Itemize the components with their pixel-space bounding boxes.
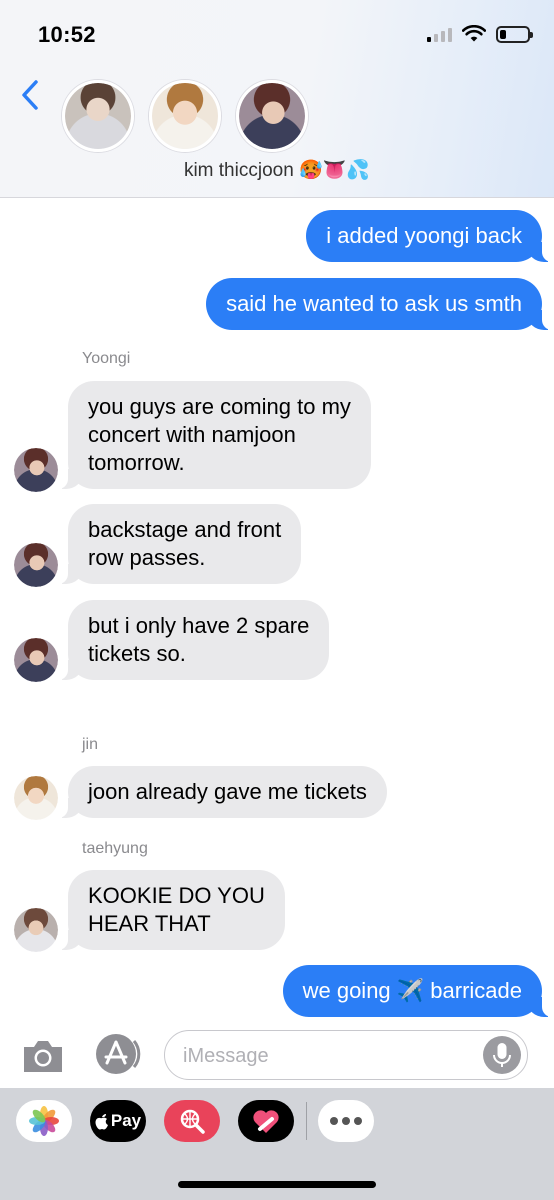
drawer-divider [306, 1102, 307, 1140]
battery-icon [496, 25, 533, 43]
heart-touch-icon [253, 1110, 279, 1133]
member-2-avatar[interactable] [149, 80, 221, 152]
message-text: row passes. [88, 545, 206, 570]
sender-avatar[interactable] [14, 543, 58, 587]
message-text: tickets so. [88, 641, 186, 666]
chat-header: 10:52 kim thiccjoon 🥵👅💦 [0, 0, 554, 198]
sender-avatar[interactable] [14, 638, 58, 682]
message-text: concert with namjoon [88, 422, 296, 447]
globe-search-icon [180, 1109, 205, 1134]
outgoing-message[interactable]: said he wanted to ask us smth [206, 278, 552, 330]
apple-icon [95, 1113, 108, 1129]
outgoing-message[interactable]: we going ✈️ barricade [282, 965, 553, 1017]
message-text: said he wanted to ask us smth [226, 291, 522, 316]
group-name[interactable]: kim thiccjoon 🥵👅💦 [0, 158, 554, 182]
compose-bar [0, 1022, 554, 1088]
sender-name: Yoongi [82, 350, 131, 367]
message-text: but i only have 2 spare [88, 613, 310, 638]
camera-icon[interactable] [20, 1036, 66, 1076]
message-input[interactable] [183, 1041, 473, 1071]
message-text: i added yoongi back [326, 223, 522, 248]
member-3-avatar[interactable] [236, 80, 308, 152]
sender-name: jin [82, 736, 99, 753]
member-1-avatar[interactable] [62, 80, 134, 152]
apple-pay-button[interactable]: Pay [90, 1100, 146, 1142]
sender-name: taehyung [82, 840, 148, 857]
incoming-message[interactable]: but i only have 2 spare tickets so. [57, 600, 330, 680]
message-text: joon already gave me tickets [88, 779, 367, 804]
message-text: HEAR THAT [88, 911, 211, 936]
microphone-button[interactable] [483, 1036, 521, 1074]
message-text: backstage and front [88, 517, 282, 542]
microphone-icon [493, 1043, 511, 1067]
message-text: you guys are coming to my [88, 394, 351, 419]
sender-avatar[interactable] [14, 908, 58, 952]
app-store-icon[interactable] [94, 1032, 142, 1076]
incoming-message[interactable]: you guys are coming to my concert with n… [58, 381, 371, 489]
outgoing-message[interactable]: i added yoongi back [306, 210, 552, 262]
incoming-message[interactable]: backstage and front row passes. [57, 504, 302, 584]
photos-app-button[interactable] [16, 1100, 72, 1142]
incoming-message[interactable]: KOOKIE DO YOU HEAR THAT [58, 870, 285, 950]
app-drawer: Pay [0, 1088, 554, 1200]
message-text: tomorrow. [88, 450, 185, 475]
back-chevron-icon[interactable] [16, 78, 46, 112]
incoming-message[interactable]: joon already gave me tickets [58, 766, 387, 818]
home-indicator[interactable] [178, 1181, 376, 1188]
message-text: we going ✈️ barricade [302, 978, 522, 1003]
ellipsis-icon [330, 1117, 362, 1125]
status-icons [427, 22, 533, 46]
status-time: 10:52 [38, 22, 96, 47]
image-search-button[interactable] [164, 1100, 220, 1142]
pay-label: Pay [110, 1111, 142, 1130]
signal-icon [427, 26, 452, 42]
sender-avatar[interactable] [14, 448, 58, 492]
message-text: KOOKIE DO YOU [88, 883, 265, 908]
sender-avatar[interactable] [14, 776, 58, 820]
more-apps-button[interactable] [318, 1100, 374, 1142]
photos-icon [29, 1106, 59, 1136]
message-field[interactable] [164, 1030, 528, 1080]
wifi-icon [462, 25, 486, 42]
digital-touch-button[interactable] [238, 1100, 294, 1142]
